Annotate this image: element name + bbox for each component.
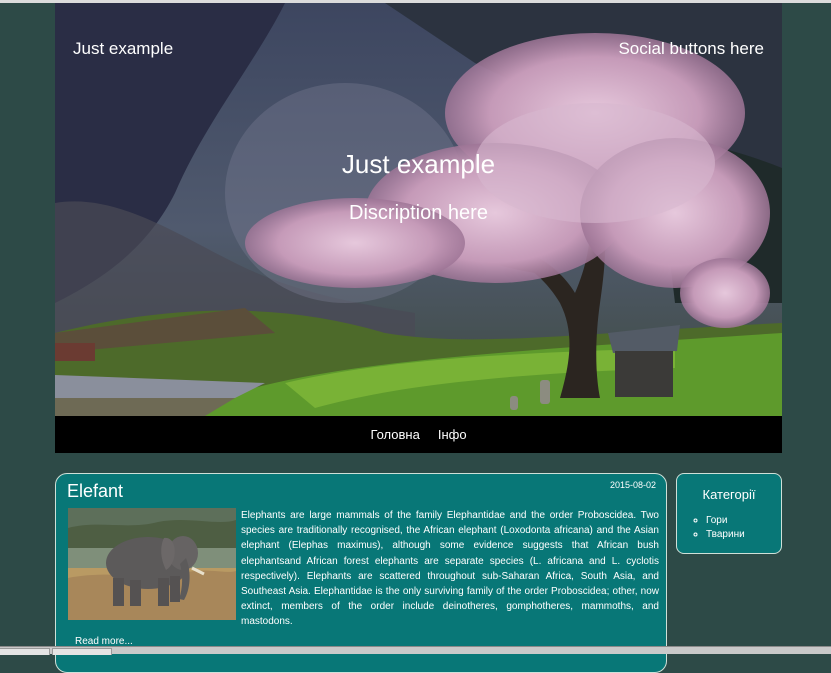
post-excerpt: Elephants are large mammals of the famil… — [241, 510, 659, 628]
nav-item-home[interactable]: Головна — [370, 427, 419, 442]
categories-title: Категорії — [702, 487, 756, 502]
taskbar-button[interactable] — [52, 648, 112, 655]
main-navigation: Головна Інфо — [55, 416, 782, 453]
nav-item-info[interactable]: Інфо — [438, 427, 467, 442]
elephant-image — [68, 508, 236, 620]
post-date: 2015-08-02 — [609, 480, 656, 490]
category-item-mountains: Гори — [706, 514, 745, 528]
category-item-animals: Тварини — [706, 528, 745, 542]
category-link-animals[interactable]: Тварини — [706, 529, 745, 540]
page-container: Just example Social buttons here Just ex… — [55, 3, 782, 453]
hero-description: Discription here — [349, 202, 488, 224]
post-card: Elefant 2015-08-02 Elephants are large m… — [55, 473, 667, 673]
hero-title: Just example — [341, 149, 496, 179]
taskbar-button[interactable] — [0, 648, 50, 655]
site-title[interactable]: Just example — [73, 39, 173, 59]
categories-widget: Категорії Гори Тварини — [676, 473, 782, 554]
category-link-mountains[interactable]: Гори — [706, 515, 727, 526]
post-thumbnail-elephant[interactable] — [68, 508, 236, 620]
post-title[interactable]: Elefant — [67, 481, 123, 502]
hero-banner: Just example Social buttons here Just ex… — [55, 3, 782, 416]
social-buttons-placeholder: Social buttons here — [618, 39, 764, 58]
categories-list: Гори Тварини — [689, 514, 745, 542]
